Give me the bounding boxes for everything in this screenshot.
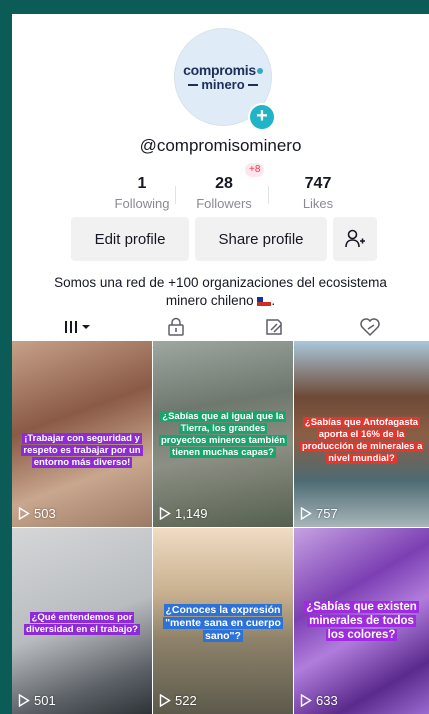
play-icon	[159, 507, 171, 520]
view-count: 503	[18, 506, 56, 521]
video-thumbnail[interactable]: ¿Sabías que Antofagasta aporta el 16% de…	[294, 341, 429, 527]
view-count: 633	[300, 693, 338, 708]
play-icon	[300, 694, 312, 707]
play-icon	[18, 507, 30, 520]
likes-label: Likes	[302, 196, 334, 211]
followers-count: 28	[215, 175, 233, 192]
profile-screen: compromis minero + @compromisominero 1 F…	[12, 14, 429, 714]
video-thumbnail[interactable]: ¡Trabajar con seguridad y respeto es tra…	[12, 341, 152, 527]
followers-label: Followers	[196, 196, 252, 211]
repost-icon	[266, 319, 282, 335]
likes-count: 747	[304, 175, 332, 192]
followers-stat[interactable]: 28 Followers	[174, 174, 274, 213]
tab-private[interactable]	[124, 310, 228, 344]
video-caption: ¿Sabías que Antofagasta aporta el 16% de…	[300, 417, 425, 464]
video-thumbnail[interactable]: ¿Sabías que existen minerales de todos l…	[294, 528, 429, 714]
video-caption: ¿Conoces la expresión "mente sana en cue…	[163, 604, 283, 642]
logo-text-bottom: minero	[188, 78, 258, 91]
chile-flag-icon	[257, 297, 272, 306]
username: @compromisominero	[139, 136, 302, 155]
video-caption: ¿Qué entendemos por diversidad en el tra…	[24, 612, 140, 635]
share-profile-button[interactable]: Share profile	[195, 217, 327, 261]
video-thumbnail[interactable]: ¿Sabías que al igual que la Tierra, los …	[153, 341, 293, 527]
video-thumbnail[interactable]: ¿Conoces la expresión "mente sana en cue…	[153, 528, 293, 714]
view-count: 501	[18, 693, 56, 708]
video-thumbnail[interactable]: ¿Qué entendemos por diversidad en el tra…	[12, 528, 152, 714]
tab-reposts[interactable]	[222, 310, 326, 344]
play-icon	[159, 694, 171, 707]
bio: Somos una red de +100 organizaciones del…	[54, 275, 387, 308]
view-count: 522	[159, 693, 197, 708]
video-caption: ¡Trabajar con seguridad y respeto es tra…	[21, 433, 143, 468]
edit-profile-button[interactable]: Edit profile	[71, 217, 189, 261]
tab-liked[interactable]	[318, 310, 422, 344]
lock-icon	[168, 317, 184, 336]
grid-videos-icon	[65, 321, 90, 333]
add-photo-plus-icon[interactable]: +	[248, 103, 276, 131]
video-caption: ¿Sabías que existen minerales de todos l…	[304, 601, 419, 641]
video-caption: ¿Sabías que al igual que la Tierra, los …	[159, 411, 288, 458]
add-friend-button[interactable]	[333, 217, 377, 261]
likes-stat[interactable]: 747 Likes	[268, 174, 368, 213]
view-count: 757	[300, 506, 338, 521]
logo-text-top: compromis	[183, 63, 263, 77]
followers-delta-badge: +8	[245, 163, 265, 177]
play-icon	[18, 694, 30, 707]
bio-text: Somos una red de +100 organizaciones del…	[54, 275, 387, 308]
view-count: 1,149	[159, 506, 208, 521]
add-person-icon	[345, 229, 365, 248]
liked-heart-icon	[360, 318, 380, 337]
play-icon	[300, 507, 312, 520]
tab-videos[interactable]	[24, 310, 128, 344]
